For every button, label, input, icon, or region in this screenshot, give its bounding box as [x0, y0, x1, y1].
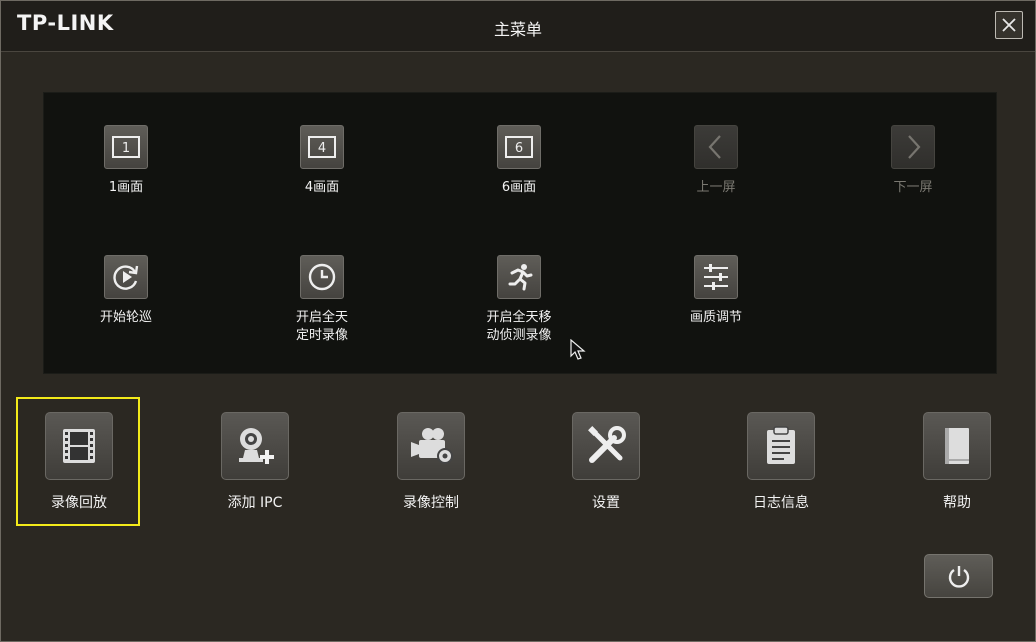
image-quality-label: 画质调节 [689, 310, 742, 325]
scheduled-record-label: 开启全天 定时录像 [295, 310, 348, 343]
svg-text:1: 1 [122, 141, 130, 156]
layout-6-label: 6画面 [501, 180, 537, 195]
window-title: 主菜单 [493, 20, 542, 39]
title-bar: TP-LINK 主菜单 [1, 1, 1035, 52]
power-button[interactable] [924, 554, 993, 598]
start-patrol-label: 开始轮巡 [99, 310, 152, 325]
motion-record-button[interactable]: 开启全天移 动侦测录像 [444, 255, 594, 345]
chevron-right-icon [908, 135, 921, 159]
book-icon [945, 428, 969, 464]
cycle-icon [113, 265, 139, 290]
scheduled-record-button[interactable]: 开启全天 定时录像 [247, 255, 397, 345]
layout-6-button[interactable]: 6 6画面 [444, 125, 594, 197]
help-label: 帮助 [943, 495, 971, 511]
film-icon [63, 429, 95, 463]
record-control-button[interactable]: 录像控制 [371, 412, 491, 512]
playback-label: 录像回放 [51, 495, 107, 511]
settings-button[interactable]: 设置 [546, 412, 666, 512]
layout-4-label: 4画面 [304, 180, 340, 195]
start-patrol-button[interactable]: 开始轮巡 [51, 255, 201, 327]
quick-panel: 1 1画面 4 4画面 6 6画面 上一屏 下一屏 开始轮巡 开启全天 定时录像… [43, 92, 997, 374]
video-camera-gear-icon [411, 428, 453, 464]
clipboard-icon [767, 426, 795, 464]
add-ipc-button[interactable]: 添加 IPC [195, 412, 315, 512]
next-screen-label: 下一屏 [893, 180, 933, 195]
add-camera-icon [239, 428, 274, 464]
svg-text:6: 6 [515, 141, 523, 156]
layout-1-button[interactable]: 1 1画面 [51, 125, 201, 197]
power-icon [948, 566, 969, 588]
layout-1-label: 1画面 [108, 180, 144, 195]
svg-text:4: 4 [318, 141, 326, 156]
settings-label: 设置 [592, 495, 620, 511]
playback-button[interactable]: 录像回放 [19, 412, 139, 512]
add-ipc-label: 添加 IPC [227, 495, 283, 511]
close-icon [1002, 18, 1016, 32]
close-button[interactable] [995, 11, 1023, 39]
clock-icon [308, 263, 336, 291]
chevron-left-icon [708, 135, 721, 159]
layout-1-icon: 1 [112, 136, 140, 158]
motion-runner-icon [508, 264, 533, 291]
image-quality-button[interactable]: 画质调节 [641, 255, 791, 327]
log-info-label: 日志信息 [753, 495, 809, 511]
help-button[interactable]: 帮助 [897, 412, 1017, 512]
log-info-button[interactable]: 日志信息 [721, 412, 841, 512]
layout-4-button[interactable]: 4 4画面 [247, 125, 397, 197]
tools-icon [588, 426, 626, 463]
prev-screen-label: 上一屏 [696, 180, 736, 195]
layout-6-icon: 6 [505, 136, 533, 158]
mouse-cursor-icon [570, 339, 586, 360]
layout-4-icon: 4 [308, 136, 336, 158]
record-control-label: 录像控制 [403, 495, 459, 511]
next-screen-button[interactable]: 下一屏 [838, 125, 988, 197]
main-menu-window: TP-LINK 主菜单 1 1画面 4 4画面 6 6画面 上一屏 下一屏 开始… [0, 0, 1036, 642]
sliders-icon [704, 264, 728, 290]
prev-screen-button[interactable]: 上一屏 [641, 125, 791, 197]
